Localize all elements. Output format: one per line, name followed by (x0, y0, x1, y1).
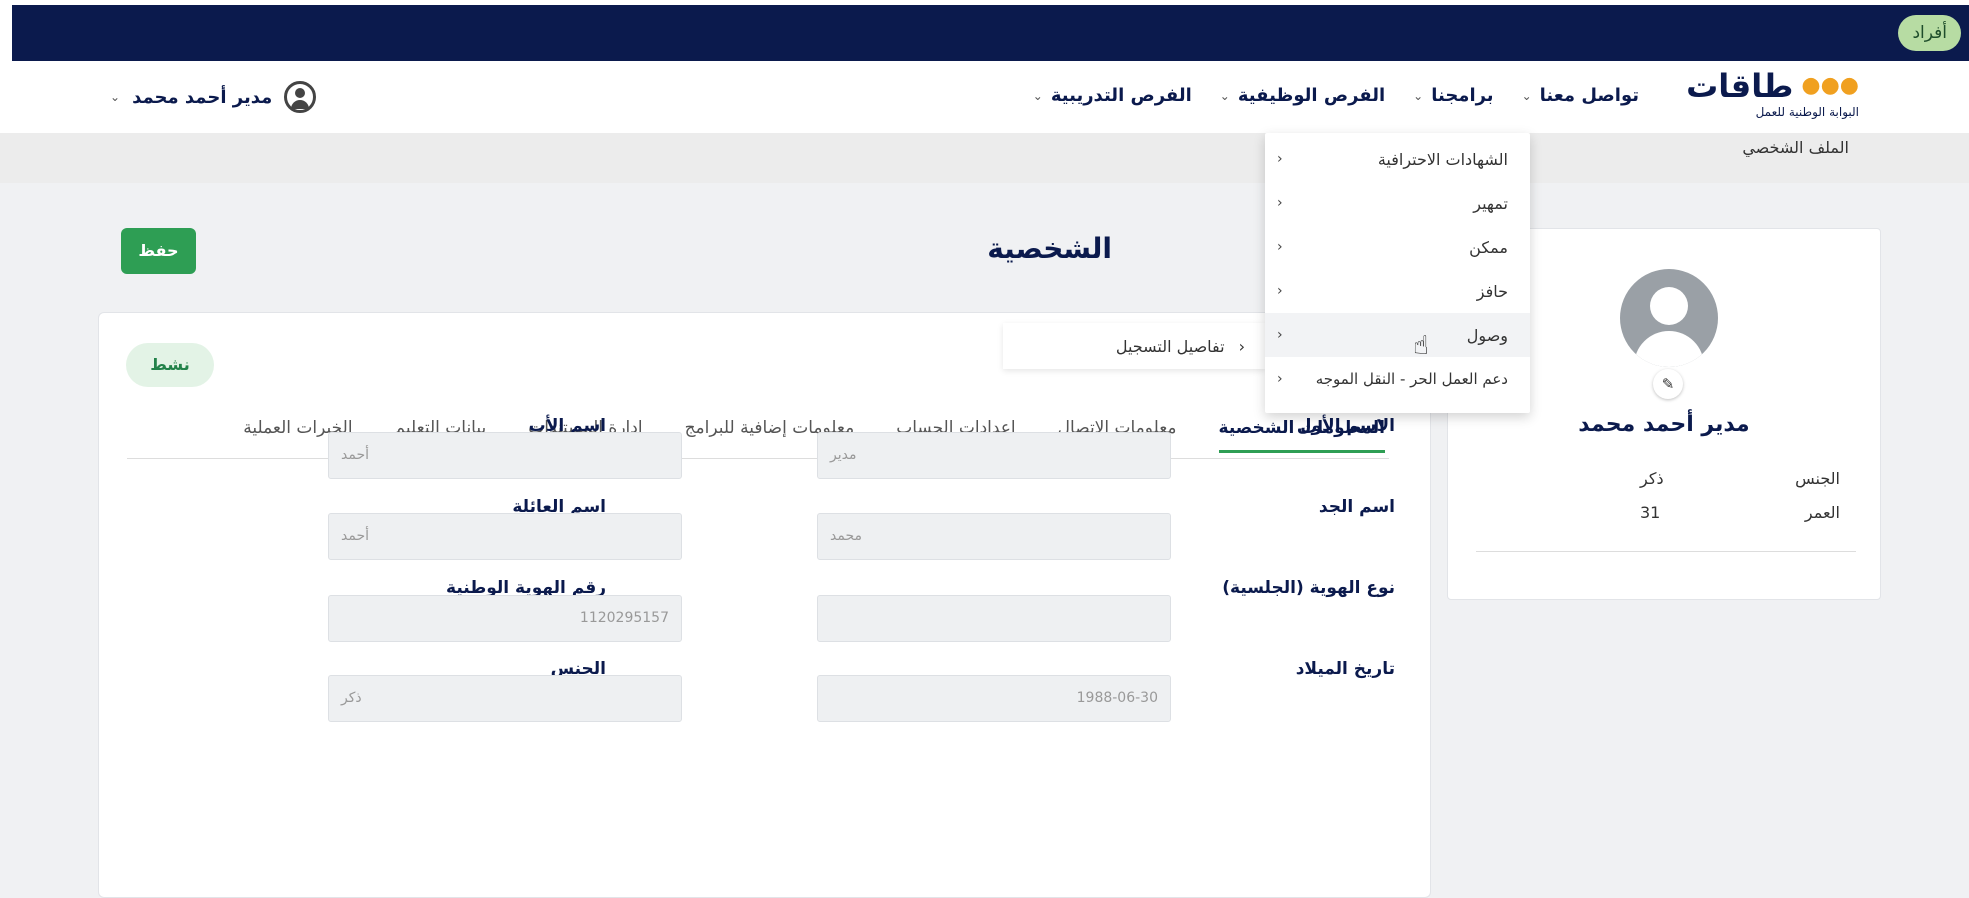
user-name: مدير أحمد محمد (132, 86, 273, 108)
nav-item-programs[interactable]: برامجنا ⌄ (1413, 85, 1493, 106)
grandfather-name-label: اسم الجد (1318, 497, 1395, 517)
chevron-down-icon: ⌄ (1413, 88, 1424, 103)
dropdown-item-label: وصول (1466, 325, 1508, 345)
chevron-left-icon: ‹ (1277, 239, 1283, 255)
main-card: نشط المعلومات الشخصية معلومات الاتصال إع… (98, 312, 1431, 898)
edit-pencil-icon[interactable]: ✎ (1653, 369, 1683, 399)
hand-cursor-icon: ☝ (1413, 331, 1429, 361)
id-type-label: نوع الهوية (الجلسية) (1222, 578, 1395, 598)
chevron-down-icon: ⌄ (110, 90, 121, 104)
logo-text: طاقات (1686, 67, 1794, 105)
submenu-label: تفاصيل التسجيل (1115, 336, 1225, 356)
birth-date-field[interactable]: 1988-06-30 (817, 675, 1171, 722)
dropdown-item-hafiz[interactable]: حافز ‹ (1265, 269, 1530, 313)
nav-item-contact[interactable]: تواصل معنا ⌄ (1522, 85, 1639, 106)
profile-name: مدير أحمد محمد (1578, 412, 1750, 437)
dropdown-item-wusool[interactable]: وصول ‹ (1265, 313, 1530, 357)
dropdown-item-label: تمهير (1473, 193, 1508, 213)
page-title: الشخصية (987, 232, 1112, 265)
dropdown-item-freelance[interactable]: دعم العمل الحر - النقل الموجه ‹ (1265, 357, 1530, 401)
people-icon: ●●● (1801, 73, 1859, 98)
chevron-left-icon: ‹ (1238, 336, 1245, 356)
breadcrumb[interactable]: الملف الشخصي (1742, 138, 1849, 157)
chevron-left-icon: ‹ (1277, 151, 1283, 167)
chevron-down-icon: ⌄ (1219, 88, 1230, 103)
individuals-badge[interactable]: أفراد (1898, 15, 1961, 51)
family-name-field[interactable]: أحمد (328, 513, 682, 560)
nav-label: برامجنا (1431, 85, 1494, 106)
user-icon (284, 81, 317, 113)
logo-subtitle: البوابة الوطنية للعمل (1755, 105, 1859, 119)
first-name-label: الاسم الأول (1296, 416, 1395, 436)
birth-date-label: تاريخ الميلاد (1295, 659, 1395, 679)
chevron-left-icon: ‹ (1277, 283, 1283, 299)
dropdown-item-label: دعم العمل الحر - النقل الموجه (1315, 370, 1508, 388)
profile-row-age: العمر 31 (1490, 503, 1840, 522)
id-type-field[interactable] (817, 595, 1171, 642)
taqat-logo[interactable]: ●●● طاقات البوابة الوطنية للعمل (1679, 69, 1859, 125)
main-navbar: ●●● طاقات البوابة الوطنية للعمل تواصل مع… (0, 61, 1969, 133)
top-bar: أفراد (12, 5, 1969, 61)
nav-label: الفرص الوظيفية (1237, 85, 1386, 106)
save-button[interactable]: حفظ (121, 228, 196, 274)
user-menu[interactable]: مدير أحمد محمد ⌄ (110, 81, 317, 113)
profile-row-gender: الجنس ذكر (1490, 469, 1840, 488)
national-id-field[interactable]: 1120295157 (328, 595, 682, 642)
avatar (1620, 269, 1718, 367)
dropdown-item-label: حافز (1476, 281, 1508, 301)
chevron-down-icon: ⌄ (1521, 88, 1532, 103)
gender-field[interactable]: ذكر (328, 675, 682, 722)
chevron-left-icon: ‹ (1277, 371, 1283, 387)
dropdown-item-label: الشهادات الاحترافية (1377, 149, 1508, 169)
nav-label: الفرص التدريبية (1050, 85, 1192, 106)
nav-menu: تواصل معنا ⌄ برامجنا ⌄ الفرص الوظيفية ⌄ … (1033, 85, 1639, 106)
first-name-field[interactable]: مدير (817, 432, 1171, 479)
nav-item-jobs[interactable]: الفرص الوظيفية ⌄ (1220, 85, 1385, 106)
chevron-left-icon: ‹ (1277, 327, 1283, 343)
breadcrumb-bar: الملف الشخصي (0, 133, 1969, 183)
dropdown-item-certificates[interactable]: الشهادات الاحترافية ‹ (1265, 137, 1530, 181)
tabs-divider (127, 458, 1389, 459)
nav-label: تواصل معنا (1539, 85, 1639, 106)
status-badge: نشط (126, 343, 214, 387)
divider (1476, 551, 1856, 552)
father-name-field[interactable]: أحمد (328, 432, 682, 479)
grandfather-name-field[interactable]: محمد (817, 513, 1171, 560)
profile-row-label: الجنس (1795, 469, 1840, 488)
profile-row-value: 31 (1640, 503, 1661, 522)
profile-row-label: العمر (1804, 503, 1840, 522)
programs-dropdown: الشهادات الاحترافية ‹ تمهير ‹ ممكن ‹ حاف… (1265, 133, 1530, 413)
dropdown-item-mumkin[interactable]: ممكن ‹ (1265, 225, 1530, 269)
dropdown-item-label: ممكن (1469, 237, 1508, 257)
chevron-left-icon: ‹ (1277, 195, 1283, 211)
nav-item-training[interactable]: الفرص التدريبية ⌄ (1033, 85, 1192, 106)
dropdown-item-tamheer[interactable]: تمهير ‹ (1265, 181, 1530, 225)
chevron-down-icon: ⌄ (1032, 88, 1043, 103)
profile-row-value: ذكر (1640, 469, 1664, 488)
submenu-registration-details[interactable]: ‹ تفاصيل التسجيل (1003, 323, 1265, 369)
